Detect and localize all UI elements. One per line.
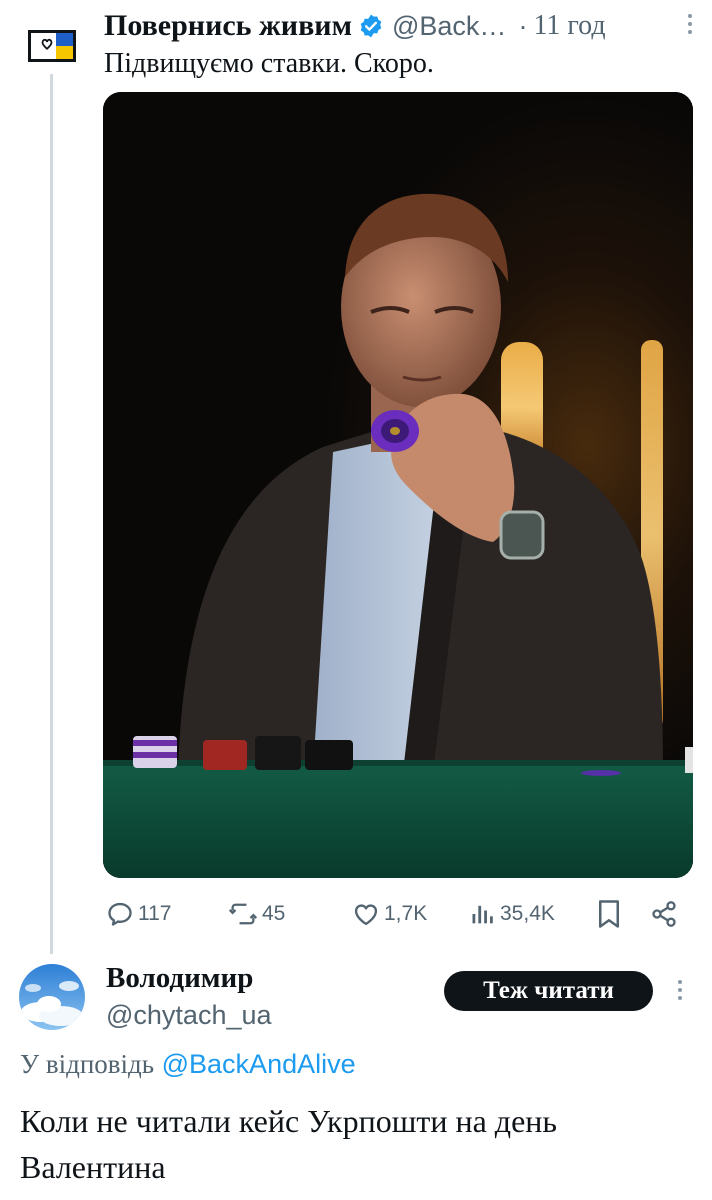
author-name[interactable]: Повернись живим [104,9,352,43]
replying-to-line: У відповідь @BackAndAlive [20,1049,356,1080]
share-icon [652,901,676,927]
bookmark-action[interactable] [596,894,622,934]
bookmark-icon [599,900,619,928]
tweet-photo[interactable] [103,92,693,878]
tweet-action-bar: 117 45 1,7K 35,4K [104,894,694,934]
tweet-header: Повернись живим @Back… · 11 год [104,6,694,46]
verified-badge-icon [360,14,382,38]
reply-author-avatar[interactable] [19,964,85,1030]
more-options-icon[interactable] [686,14,694,34]
reply-count: 117 [138,902,172,925]
poker-player-photo [103,92,693,878]
tweet-timestamp[interactable]: 11 год [533,10,605,42]
replying-to-mention[interactable]: @BackAndAlive [162,1049,356,1079]
heart-flag-logo-icon [28,30,76,62]
sky-clouds-avatar-icon [19,964,85,1030]
more-options-icon[interactable] [676,980,684,1000]
like-action[interactable]: 1,7K [352,894,427,934]
heart-icon [354,904,378,926]
repost-count: 45 [262,902,286,925]
reply-author-handle[interactable]: @chytach_ua [106,1000,272,1031]
reply-action[interactable]: 117 [106,894,171,934]
follow-button[interactable]: Теж читати [444,971,653,1011]
separator-dot: · [518,10,528,41]
replying-to-label: У відповідь [20,1049,155,1079]
reply-bubble-icon [108,902,132,926]
author-handle[interactable]: @Back… [392,11,506,42]
reply-author-name[interactable]: Володимир [106,962,253,995]
thread-connector-line [50,74,53,954]
repost-icon [228,903,258,925]
tweet-text: Підвищуємо ставки. Скоро. [104,48,434,79]
like-count: 1,7K [384,902,428,925]
author-avatar[interactable] [22,22,82,70]
views-chart-icon [472,905,493,924]
repost-action[interactable]: 45 [228,894,285,934]
views-count: 35,4K [500,902,555,925]
share-action[interactable] [650,894,678,934]
reply-text: Коли не читали кейс Укрпошти на день Вал… [20,1103,557,1185]
views-action[interactable]: 35,4K [470,894,555,934]
